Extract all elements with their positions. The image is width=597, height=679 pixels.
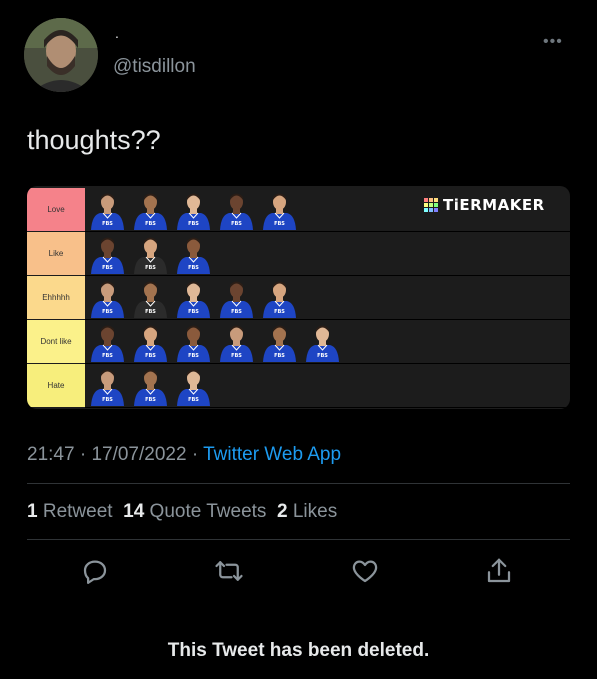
tier-row: Ehhhhh FBS FBS FBS FBS FBS — [27, 276, 570, 320]
svg-text:FBS: FBS — [231, 221, 242, 227]
svg-text:FBS: FBS — [188, 353, 199, 359]
reply-icon[interactable] — [80, 556, 110, 586]
svg-text:FBS: FBS — [145, 265, 156, 271]
player-image: FBS — [175, 322, 212, 362]
share-icon[interactable] — [484, 556, 514, 586]
display-name[interactable]: . — [115, 26, 119, 40]
divider — [27, 483, 570, 484]
tier-players: FBS FBS FBS — [89, 234, 212, 274]
player-image: FBS — [218, 278, 255, 318]
player-image: FBS — [304, 322, 341, 362]
tier-players: FBS FBS FBS FBS FBS — [89, 190, 298, 230]
heart-icon[interactable] — [350, 556, 380, 586]
player-image: FBS — [261, 322, 298, 362]
tweet-date[interactable]: 17/07/2022 — [91, 444, 186, 465]
player-image: FBS — [175, 190, 212, 230]
svg-text:FBS: FBS — [102, 309, 113, 315]
tier-label: Love — [27, 188, 85, 231]
tier-row: Hate FBS FBS FBS — [27, 364, 570, 408]
svg-text:FBS: FBS — [102, 221, 113, 227]
tier-players: FBS FBS FBS — [89, 366, 212, 406]
tweet-time[interactable]: 21:47 — [27, 444, 75, 465]
svg-text:FBS: FBS — [145, 309, 156, 315]
svg-text:FBS: FBS — [274, 221, 285, 227]
svg-text:FBS: FBS — [188, 221, 199, 227]
tier-label: Ehhhhh — [27, 276, 85, 319]
player-image: FBS — [89, 366, 126, 406]
retweet-icon[interactable] — [214, 556, 244, 586]
tiermaker-logo: TiERMAKER — [424, 196, 545, 214]
svg-text:FBS: FBS — [145, 353, 156, 359]
player-image: FBS — [132, 278, 169, 318]
tier-row: Dont like FBS FBS FBS FBS FBS FBS — [27, 320, 570, 364]
divider — [27, 539, 570, 540]
meta-separator-2: · — [191, 444, 199, 465]
avatar-photo — [24, 18, 98, 92]
deleted-tweet-notice: This Tweet has been deleted. — [167, 640, 430, 661]
player-image: FBS — [132, 190, 169, 230]
more-options-icon[interactable]: ••• — [543, 34, 563, 50]
player-image: FBS — [132, 234, 169, 274]
player-image: FBS — [89, 278, 126, 318]
player-image: FBS — [89, 190, 126, 230]
svg-text:FBS: FBS — [102, 353, 113, 359]
player-image: FBS — [218, 190, 255, 230]
svg-text:FBS: FBS — [145, 221, 156, 227]
tier-list-image[interactable]: Love FBS FBS FBS FBS FBS Like FBS FBS FBS Ehhhhh FB… — [27, 186, 570, 409]
player-image: FBS — [261, 278, 298, 318]
tier-label: Dont like — [27, 320, 85, 363]
svg-text:FBS: FBS — [145, 397, 156, 403]
player-image: FBS — [132, 322, 169, 362]
svg-text:FBS: FBS — [231, 353, 242, 359]
svg-text:FBS: FBS — [188, 309, 199, 315]
meta-separator: · — [79, 444, 87, 465]
svg-text:FBS: FBS — [274, 309, 285, 315]
tier-row: Like FBS FBS FBS — [27, 232, 570, 276]
tier-players: FBS FBS FBS FBS FBS FBS — [89, 322, 341, 362]
tweet-source[interactable]: Twitter Web App — [203, 444, 341, 465]
tweet-text: thoughts?? — [27, 125, 161, 155]
tweet-stats: 1 Retweet 14 Quote Tweets 2 Likes — [27, 500, 337, 524]
svg-text:FBS: FBS — [274, 353, 285, 359]
tiermaker-logo-icon — [424, 198, 438, 212]
player-image: FBS — [89, 234, 126, 274]
player-image: FBS — [132, 366, 169, 406]
player-image: FBS — [261, 190, 298, 230]
retweets-stat[interactable]: 1 Retweet — [27, 501, 113, 522]
tweet-meta: 21:47 · 17/07/2022 · Twitter Web App — [27, 443, 341, 467]
likes-stat[interactable]: 2 Likes — [277, 501, 337, 522]
player-image: FBS — [89, 322, 126, 362]
svg-text:FBS: FBS — [317, 353, 328, 359]
player-image: FBS — [175, 278, 212, 318]
svg-text:FBS: FBS — [102, 397, 113, 403]
svg-text:FBS: FBS — [102, 265, 113, 271]
svg-text:FBS: FBS — [188, 397, 199, 403]
tiermaker-logo-text: TiERMAKER — [443, 196, 545, 214]
tier-label: Like — [27, 232, 85, 275]
svg-text:FBS: FBS — [231, 309, 242, 315]
player-image: FBS — [175, 366, 212, 406]
tier-players: FBS FBS FBS FBS FBS — [89, 278, 298, 318]
player-image: FBS — [218, 322, 255, 362]
quote-tweets-stat[interactable]: 14 Quote Tweets — [123, 501, 266, 522]
player-image: FBS — [175, 234, 212, 274]
user-handle[interactable]: @tisdillon — [113, 56, 196, 78]
avatar[interactable] — [24, 18, 98, 92]
tier-label: Hate — [27, 364, 85, 407]
svg-text:FBS: FBS — [188, 265, 199, 271]
